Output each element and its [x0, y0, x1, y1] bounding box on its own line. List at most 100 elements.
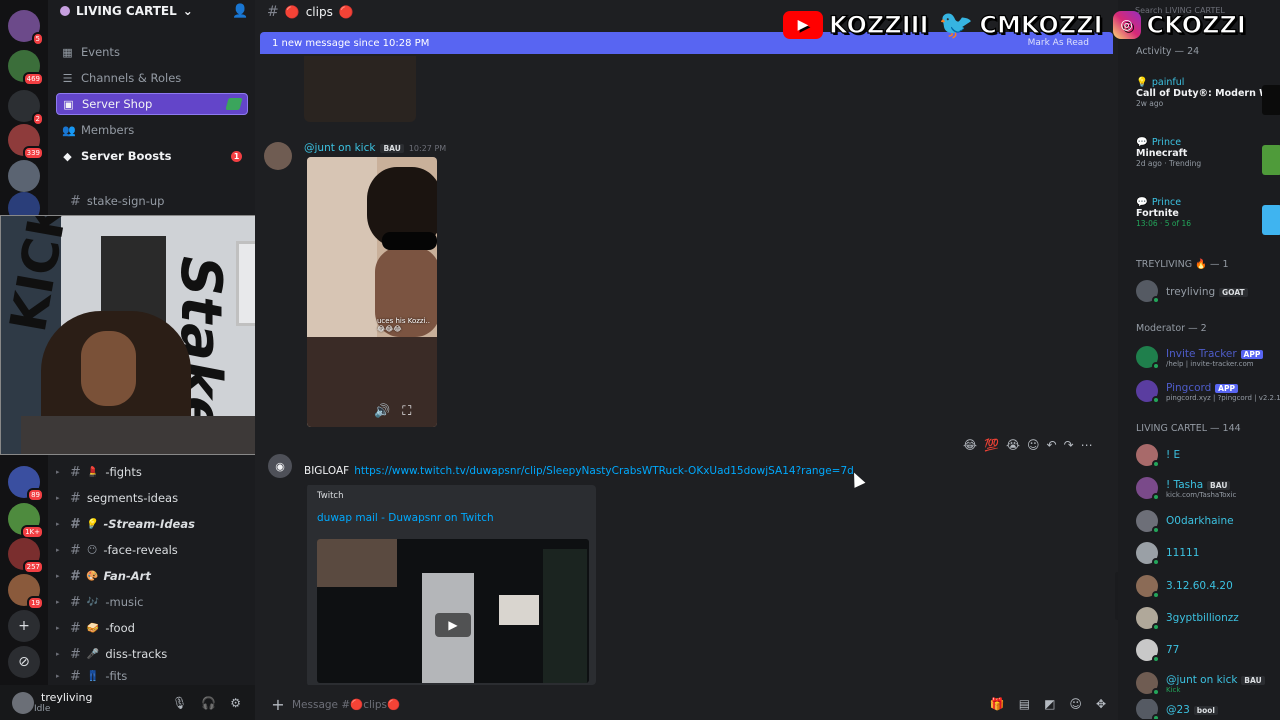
channel-segments-ideas[interactable]: ▸ # segments-ideas: [56, 487, 248, 509]
channel-name: -fights: [105, 465, 142, 479]
embed-provider: Twitch: [317, 491, 344, 501]
server-badge: 339: [22, 146, 44, 160]
server-icon[interactable]: 19: [8, 574, 44, 610]
cry-emoji-icon[interactable]: 😭: [1006, 438, 1020, 452]
game-thumbnail: [1262, 205, 1280, 235]
discover-icon[interactable]: ⊘: [8, 646, 40, 678]
member-item[interactable]: Pingcord APP pingcord.xyz | ?pingcord | …: [1136, 377, 1280, 405]
plus-icon[interactable]: +: [264, 695, 292, 714]
channel-stream-ideas[interactable]: ▸ # 💡 -Stream-Ideas: [56, 513, 248, 535]
channel-fan-art[interactable]: ▸ # 🎨 Fan-Art: [56, 565, 248, 587]
activity-item[interactable]: 💬 Prince Fortnite 13:06 · 5 of 16: [1136, 197, 1280, 235]
server-icon[interactable]: 257: [8, 538, 44, 574]
message-time: 10:27 PM: [408, 143, 447, 153]
activity-user: painful: [1151, 77, 1185, 88]
member-status: Kick: [1166, 686, 1181, 694]
member-item[interactable]: @23 bool: [1136, 699, 1280, 719]
person-add-icon[interactable]: 👤: [232, 4, 248, 19]
video-controls: 🔊 ⛶: [374, 404, 411, 419]
video-attachment[interactable]: uces his Kozzi..😂😂😂: [307, 157, 437, 427]
avatar[interactable]: ◉: [268, 454, 292, 478]
member-item[interactable]: Invite Tracker APP /help | invite-tracke…: [1136, 343, 1280, 371]
activity-icon: 💬: [1136, 137, 1148, 148]
fullscreen-icon[interactable]: ⛶: [402, 404, 411, 419]
member-item[interactable]: 11111: [1136, 539, 1280, 567]
message-author[interactable]: @junt on kick: [304, 142, 375, 154]
message-composer: + Message #🔴clips🔴 🎁 ▤ ◩ ☺ ✥: [264, 691, 1112, 717]
gear-icon[interactable]: ⚙: [230, 696, 241, 710]
laugh-emoji-icon[interactable]: 😂: [963, 438, 977, 452]
server-icon[interactable]: 469: [8, 50, 44, 86]
avatar[interactable]: [12, 691, 34, 714]
member-item[interactable]: ! Tasha BAU kick.com/TashaToxic: [1136, 474, 1280, 502]
member-name: @junt on kick: [1166, 674, 1238, 686]
channel-food[interactable]: ▸ # 🥪 -food: [56, 617, 248, 639]
gif-icon[interactable]: ▤: [1019, 697, 1030, 711]
embed-thumbnail[interactable]: ▶: [317, 539, 589, 683]
microphone-icon[interactable]: 🎙: [172, 696, 187, 710]
nav-server-boosts[interactable]: ◆ Server Boosts 1: [56, 145, 248, 167]
member-name: Invite Tracker: [1166, 348, 1237, 360]
add-server-icon[interactable]: +: [8, 610, 40, 642]
server-tag: GOAT: [1219, 288, 1248, 297]
channel-emoji: 😶: [86, 544, 98, 556]
play-icon[interactable]: ▶: [435, 613, 471, 637]
channel-emoji: 🎨: [85, 570, 98, 582]
more-icon[interactable]: ⋯: [1081, 438, 1093, 452]
nav-channels-roles[interactable]: ☰ Channels & Roles: [56, 67, 248, 89]
app-tag: APP: [1240, 350, 1264, 359]
message-link[interactable]: https://www.twitch.tv/duwapsnr/clip/Slee…: [354, 465, 854, 477]
attachment-image[interactable]: [304, 56, 416, 122]
new-messages-text: 1 new message since 10:28 PM: [272, 37, 430, 49]
channel-face-reveals[interactable]: ▸ # 😶 -face-reveals: [56, 539, 248, 561]
channel-music[interactable]: ▸ # 🎶 -music: [56, 591, 248, 613]
forward-icon[interactable]: ↷: [1064, 438, 1074, 452]
avatar[interactable]: [264, 142, 292, 170]
member-name: treyliving: [1166, 286, 1216, 298]
avatar: [1136, 672, 1160, 696]
nav-server-shop[interactable]: ▣ Server Shop: [56, 93, 248, 115]
server-icon[interactable]: [8, 160, 40, 192]
member-item[interactable]: 77: [1136, 636, 1280, 664]
embed-title[interactable]: duwap mail - Duwapsnr on Twitch: [317, 512, 494, 524]
channel-stake-sign-up[interactable]: # stake-sign-up: [56, 190, 248, 212]
activity-item[interactable]: 💬 Prince Minecraft 2d ago · Trending: [1136, 137, 1280, 175]
gem-icon: [225, 98, 243, 110]
member-item[interactable]: ! E: [1136, 441, 1280, 469]
gift-icon[interactable]: 🎁: [990, 697, 1005, 711]
add-reaction-icon[interactable]: ☺: [1027, 438, 1040, 452]
nav-events[interactable]: ▦ Events: [56, 41, 248, 63]
server-icon[interactable]: 1K+: [8, 503, 44, 539]
activity-icon: 💬: [1136, 197, 1148, 208]
channel-name: Fan-Art: [103, 569, 151, 583]
apps-icon[interactable]: ✥: [1096, 697, 1106, 711]
channel-fits[interactable]: ▸ # 👖 -fits: [56, 669, 248, 683]
avatar: [1136, 607, 1160, 631]
channel-fights[interactable]: ▸ # 💄 -fights: [56, 461, 248, 483]
server-badge: 5: [31, 32, 44, 46]
guild-icon: [60, 6, 70, 16]
member-item[interactable]: 3.12.60.4.20: [1136, 572, 1280, 600]
server-icon[interactable]: 5: [8, 10, 44, 46]
member-item[interactable]: O0darkhaine: [1136, 507, 1280, 535]
member-item[interactable]: 3gyptbillionzz: [1136, 604, 1280, 632]
message-author[interactable]: BIGLOAF: [304, 465, 349, 477]
headphones-icon[interactable]: 🎧: [201, 696, 216, 710]
message-input[interactable]: Message #🔴clips🔴: [292, 698, 400, 711]
activity-item[interactable]: 💡painful Call of Duty®: Modern Warf... 2…: [1136, 77, 1280, 115]
sticker-icon[interactable]: ◩: [1044, 697, 1055, 711]
reply-icon[interactable]: ↶: [1047, 438, 1057, 452]
volume-icon[interactable]: 🔊: [374, 404, 390, 419]
server-icon[interactable]: 89: [8, 466, 44, 502]
nav-members[interactable]: 👥 Members: [56, 119, 248, 141]
chevron-down-icon: ⌄: [182, 4, 193, 18]
guild-header[interactable]: LIVING CARTEL ⌄: [60, 4, 193, 18]
server-icon[interactable]: 339: [8, 124, 44, 160]
server-icon[interactable]: 2: [8, 90, 44, 126]
member-item[interactable]: @junt on kick BAU Kick: [1136, 669, 1280, 697]
channel-diss-tracks[interactable]: ▸ # 🎤 diss-tracks: [56, 643, 248, 665]
emoji-icon[interactable]: ☺: [1069, 697, 1082, 711]
react-emoji-icon[interactable]: 💯: [984, 438, 999, 452]
member-item[interactable]: treyliving GOAT: [1136, 277, 1280, 305]
message-body: BIGLOAF https://www.twitch.tv/duwapsnr/c…: [304, 465, 854, 477]
